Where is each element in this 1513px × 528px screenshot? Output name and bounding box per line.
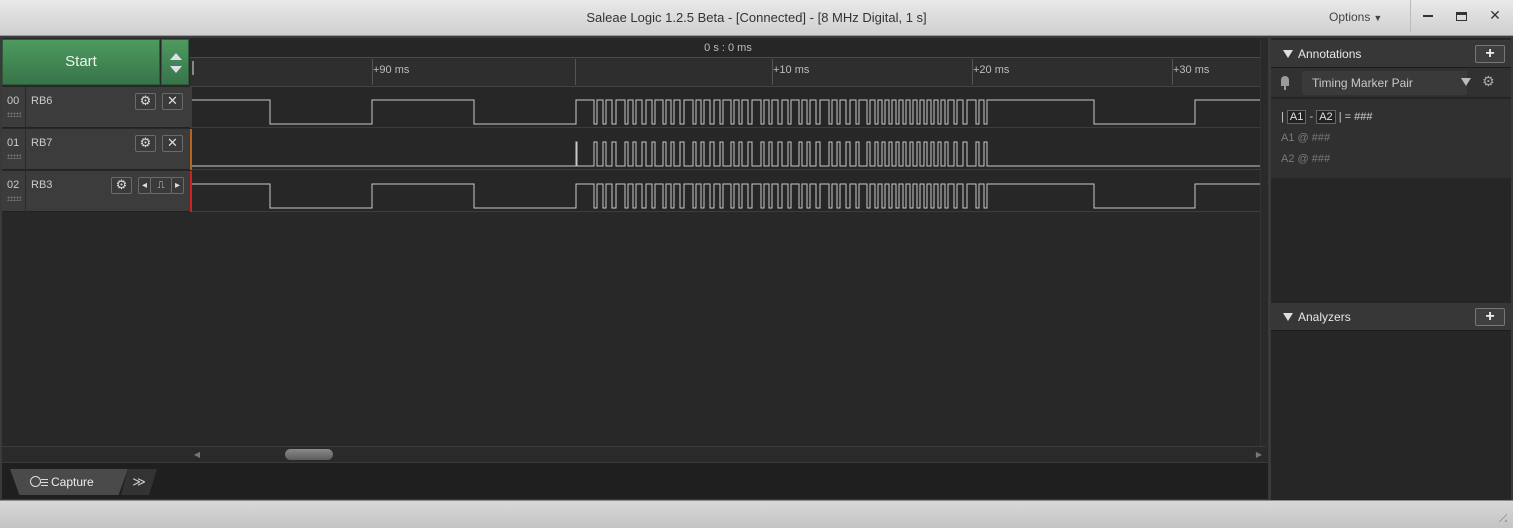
gear-icon: ⚙: [139, 93, 152, 108]
pin-icon-stem: [1284, 85, 1286, 90]
channel-row-rb6[interactable]: 00 RB6 ⚙ ✕: [2, 87, 193, 128]
ruler-tick: [575, 59, 576, 85]
horizontal-scrollbar[interactable]: ◀ ▶: [190, 446, 1266, 462]
timing-marker-label: Timing Marker Pair: [1312, 76, 1413, 90]
divider: [25, 129, 26, 170]
arrow-up-icon: [170, 53, 182, 60]
drag-handle-icon[interactable]: [7, 154, 21, 159]
close-icon: ✕: [167, 135, 178, 150]
expr-suffix: | = ###: [1338, 111, 1373, 123]
waveform-rb3: [192, 183, 1260, 209]
waveform-line: [192, 99, 1260, 125]
gear-icon: ⚙: [139, 135, 152, 150]
gear-icon: ⚙: [115, 177, 128, 192]
trigger-pulse-button[interactable]: ⎍: [150, 177, 172, 194]
capture-icon-lines: [41, 482, 48, 483]
channel-name: RB6: [31, 95, 53, 107]
minimize-icon: [1422, 15, 1433, 18]
scroll-left-icon[interactable]: ◀: [190, 449, 204, 461]
maximize-button[interactable]: [1444, 0, 1478, 32]
analyzers-title: Analyzers: [1298, 310, 1351, 324]
chevron-down-icon: ▼: [1373, 13, 1383, 23]
divider: [25, 171, 26, 212]
capture-icon: [30, 476, 41, 487]
start-options-button[interactable]: [161, 39, 189, 85]
status-bar: [0, 500, 1513, 528]
waveform-rb6: [192, 99, 1260, 125]
drag-handle-icon[interactable]: [7, 196, 21, 201]
time-ruler[interactable]: 0 s : 0 ms +90 ms +10 ms +20 ms +30 ms: [190, 39, 1266, 87]
ruler-tick-label: +90 ms: [373, 64, 410, 76]
analyzers-header[interactable]: Analyzers +: [1271, 303, 1511, 331]
chevron-left-icon: ◂: [141, 180, 148, 191]
collapse-triangle-icon[interactable]: [1283, 50, 1293, 58]
waveform-rb7: [192, 141, 1260, 167]
channel-close-button[interactable]: ✕: [162, 135, 183, 152]
title-bar: Saleae Logic 1.2.5 Beta - [Connected] - …: [0, 0, 1513, 36]
ruler-tick-label: +30 ms: [1173, 64, 1210, 76]
waveform-line: [192, 141, 1260, 167]
window-title: Saleae Logic 1.2.5 Beta - [Connected] - …: [586, 10, 927, 25]
divider: [25, 87, 26, 128]
annotations-title: Annotations: [1298, 47, 1362, 61]
trace-rb6[interactable]: [192, 87, 1260, 128]
ruler-tick-label: +20 ms: [973, 64, 1010, 76]
ruler-center-label: 0 s : 0 ms: [704, 42, 752, 54]
trace-rb3[interactable]: [192, 171, 1260, 212]
channel-row-rb7[interactable]: 01 RB7 ⚙ ✕: [2, 129, 193, 170]
close-icon: ✕: [167, 93, 178, 108]
add-annotation-button[interactable]: +: [1475, 45, 1505, 63]
gear-icon[interactable]: ⚙: [1482, 73, 1495, 90]
annotations-header[interactable]: Annotations +: [1271, 40, 1511, 68]
channel-settings-button[interactable]: ⚙: [111, 177, 132, 194]
scroll-right-icon[interactable]: ▶: [1252, 449, 1266, 461]
options-menu[interactable]: Options ▼: [1329, 10, 1382, 24]
channel-number: 01: [7, 137, 20, 149]
arrow-down-icon: [170, 66, 182, 73]
ruler-tick-label: +10 ms: [773, 64, 810, 76]
start-button[interactable]: Start: [2, 39, 160, 85]
close-icon: ✕: [1489, 7, 1501, 23]
marker-a1-button[interactable]: A1: [1286, 110, 1307, 124]
maximize-icon: [1455, 11, 1467, 21]
channel-name: RB7: [31, 137, 53, 149]
channel-settings-button[interactable]: ⚙: [135, 135, 156, 152]
channel-row-rb3[interactable]: 02 RB3 ⚙ ◂ ⎍ ▸: [2, 171, 193, 212]
close-window-button[interactable]: ✕: [1478, 0, 1512, 32]
ruler-left-edge: [192, 61, 194, 75]
vertical-scrollbar[interactable]: [1260, 39, 1268, 446]
waveform-line: [192, 183, 1260, 209]
add-analyzer-button[interactable]: +: [1475, 308, 1505, 326]
channel-number: 00: [7, 95, 20, 107]
expr-dash: -: [1309, 111, 1314, 123]
scroll-spacer: [2, 446, 190, 462]
minimize-button[interactable]: [1410, 0, 1444, 32]
options-label: Options: [1329, 10, 1371, 24]
channel-settings-button[interactable]: ⚙: [135, 93, 156, 110]
marker-a2-position: A2 @ ###: [1281, 153, 1331, 165]
channel-name: RB3: [31, 179, 53, 191]
collapse-triangle-icon[interactable]: [1283, 313, 1293, 321]
measurement-expression: | A1 - A2 | = ###: [1281, 110, 1372, 124]
annotation-body: | A1 - A2 | = ### A1 @ ### A2 @ ###: [1271, 99, 1511, 178]
trace-rb7[interactable]: [192, 129, 1260, 170]
ruler-center-bar: 0 s : 0 ms: [190, 39, 1266, 58]
scroll-thumb[interactable]: [285, 449, 333, 460]
trigger-next-button[interactable]: ▸: [171, 177, 184, 194]
pulse-icon: ⎍: [157, 180, 165, 191]
drag-handle-icon[interactable]: [7, 112, 21, 117]
marker-a1-position: A1 @ ###: [1281, 132, 1331, 144]
expr-prefix: |: [1281, 111, 1284, 123]
channel-number: 02: [7, 179, 20, 191]
bottom-tab-bar: ≫: [2, 463, 1268, 499]
tab-capture-label[interactable]: Capture: [51, 475, 94, 489]
dropdown-arrow-icon[interactable]: [1461, 78, 1471, 86]
timing-marker-row[interactable]: Timing Marker Pair ⚙: [1271, 68, 1511, 98]
marker-a2-button[interactable]: A2: [1316, 110, 1336, 124]
chevron-right-icon: ▸: [174, 180, 181, 191]
channel-close-button[interactable]: ✕: [162, 93, 183, 110]
